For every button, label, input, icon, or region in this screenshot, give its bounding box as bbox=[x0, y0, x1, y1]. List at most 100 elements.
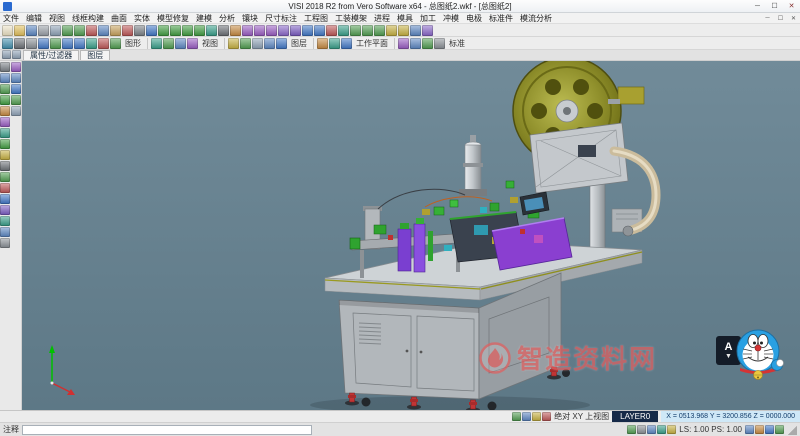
snap-icon[interactable] bbox=[0, 84, 10, 94]
maximize-button[interactable]: ☐ bbox=[766, 0, 783, 12]
zoom-fit-icon[interactable] bbox=[98, 38, 109, 49]
transform-icon[interactable] bbox=[0, 172, 10, 182]
view-iso-icon[interactable] bbox=[151, 38, 162, 49]
layer-visibility-icon[interactable] bbox=[240, 38, 251, 49]
menu-item-20[interactable]: 模流分析 bbox=[517, 13, 555, 24]
layer-current-icon[interactable] bbox=[276, 38, 287, 49]
track-toggle-icon[interactable] bbox=[667, 425, 676, 434]
copy-icon[interactable] bbox=[98, 25, 109, 36]
layer-new-icon[interactable] bbox=[228, 38, 239, 49]
assembly-icon[interactable] bbox=[0, 227, 10, 237]
snap-endpoint-icon[interactable] bbox=[522, 412, 531, 421]
mdi-maximize-button[interactable]: ☐ bbox=[774, 13, 787, 23]
info-icon[interactable] bbox=[765, 425, 774, 434]
plot-preview-icon[interactable] bbox=[50, 25, 61, 36]
view-right-icon[interactable] bbox=[187, 38, 198, 49]
regenerate-icon[interactable] bbox=[110, 38, 121, 49]
utilities-icon[interactable] bbox=[0, 238, 10, 248]
pin-panel-icon[interactable] bbox=[2, 50, 11, 59]
wireframe-tools-icon[interactable] bbox=[0, 95, 10, 105]
mdi-minimize-button[interactable]: ─ bbox=[761, 13, 774, 23]
osnap-toggle-icon[interactable] bbox=[627, 425, 636, 434]
chamfer-icon[interactable] bbox=[314, 25, 325, 36]
menu-item-14[interactable]: 进程 bbox=[371, 13, 393, 24]
view-top-icon[interactable] bbox=[163, 38, 174, 49]
menu-item-17[interactable]: 冲模 bbox=[440, 13, 462, 24]
move-icon[interactable] bbox=[350, 25, 361, 36]
hidden-line-view-icon[interactable] bbox=[26, 38, 37, 49]
select-window-icon[interactable] bbox=[0, 73, 10, 83]
revolve-icon[interactable] bbox=[266, 25, 277, 36]
zoom-window-icon[interactable] bbox=[86, 38, 97, 49]
shell-icon[interactable] bbox=[290, 25, 301, 36]
view-pan-icon[interactable] bbox=[11, 73, 21, 83]
command-input[interactable] bbox=[22, 425, 312, 435]
pattern-icon[interactable] bbox=[0, 216, 10, 226]
menu-item-19[interactable]: 标准件 bbox=[486, 13, 516, 24]
zoom-in-icon[interactable] bbox=[62, 38, 73, 49]
ortho-toggle-icon[interactable] bbox=[647, 425, 656, 434]
layer-manager-icon[interactable] bbox=[410, 25, 421, 36]
options-icon[interactable] bbox=[434, 38, 445, 49]
menu-item-16[interactable]: 加工 bbox=[417, 13, 439, 24]
menu-item-13[interactable]: 工装模架 bbox=[332, 13, 370, 24]
menu-item-5[interactable]: 曲面 bbox=[108, 13, 130, 24]
delete-icon[interactable] bbox=[122, 25, 133, 36]
save-file-icon[interactable] bbox=[26, 25, 37, 36]
cut-icon[interactable] bbox=[86, 25, 97, 36]
tools-library-icon[interactable] bbox=[422, 38, 433, 49]
workplane-align-icon[interactable] bbox=[329, 38, 340, 49]
menu-item-1[interactable]: 文件 bbox=[0, 13, 22, 24]
workplane-3point-icon[interactable] bbox=[341, 38, 352, 49]
layer-filter-icon[interactable] bbox=[264, 38, 275, 49]
dynamic-rotate-icon[interactable] bbox=[38, 38, 49, 49]
line-icon[interactable] bbox=[158, 25, 169, 36]
minimize-button[interactable]: ─ bbox=[749, 0, 766, 12]
polyline-icon[interactable] bbox=[170, 25, 181, 36]
curve-tools-icon[interactable] bbox=[0, 139, 10, 149]
fillet-icon[interactable] bbox=[302, 25, 313, 36]
dimension-icon[interactable] bbox=[398, 25, 409, 36]
arc-icon[interactable] bbox=[182, 25, 193, 36]
resize-grip[interactable] bbox=[787, 425, 797, 435]
solid-tools-icon[interactable] bbox=[0, 117, 10, 127]
help-icon[interactable] bbox=[775, 425, 784, 434]
surface-tools-icon[interactable] bbox=[0, 106, 10, 116]
catalog-icon[interactable] bbox=[410, 38, 421, 49]
menu-item-8[interactable]: 建模 bbox=[193, 13, 215, 24]
snap-center-icon[interactable] bbox=[542, 412, 551, 421]
units-icon[interactable] bbox=[745, 425, 754, 434]
standard-parts-icon[interactable] bbox=[398, 38, 409, 49]
view-previous-icon[interactable] bbox=[11, 95, 21, 105]
redo-icon[interactable] bbox=[74, 25, 85, 36]
circle-icon[interactable] bbox=[194, 25, 205, 36]
view-zoom-icon[interactable] bbox=[11, 84, 21, 94]
measure-icon[interactable] bbox=[386, 25, 397, 36]
active-layer-badge[interactable]: LAYER0 bbox=[612, 411, 658, 423]
3d-viewport[interactable]: 智造资料网 A ▼ bbox=[22, 61, 800, 410]
menu-item-9[interactable]: 分析 bbox=[216, 13, 238, 24]
extrude-icon[interactable] bbox=[254, 25, 265, 36]
auto-hide-icon[interactable] bbox=[12, 50, 21, 59]
paste-icon[interactable] bbox=[110, 25, 121, 36]
feature-analysis-icon[interactable] bbox=[0, 128, 10, 138]
zoom-out-icon[interactable] bbox=[74, 38, 85, 49]
view-list-icon[interactable] bbox=[11, 106, 21, 116]
scale-icon[interactable] bbox=[374, 25, 385, 36]
print-icon[interactable] bbox=[38, 25, 49, 36]
menu-item-2[interactable]: 编辑 bbox=[23, 13, 45, 24]
undo-icon[interactable] bbox=[62, 25, 73, 36]
polar-toggle-icon[interactable] bbox=[657, 425, 666, 434]
open-file-icon[interactable] bbox=[14, 25, 25, 36]
menu-item-3[interactable]: 视图 bbox=[46, 13, 68, 24]
view-front-icon[interactable] bbox=[175, 38, 186, 49]
close-button[interactable]: ✕ bbox=[783, 0, 800, 12]
annotate-icon[interactable] bbox=[0, 161, 10, 171]
snap-grid-icon[interactable] bbox=[512, 412, 521, 421]
trim-icon[interactable] bbox=[326, 25, 337, 36]
view-rotate-icon[interactable] bbox=[11, 62, 21, 72]
menu-item-15[interactable]: 模具 bbox=[394, 13, 416, 24]
shell-tools-icon[interactable] bbox=[0, 205, 10, 215]
view-orientation-label[interactable]: 绝对 XY 上视图 bbox=[554, 411, 609, 422]
surface-icon[interactable] bbox=[230, 25, 241, 36]
